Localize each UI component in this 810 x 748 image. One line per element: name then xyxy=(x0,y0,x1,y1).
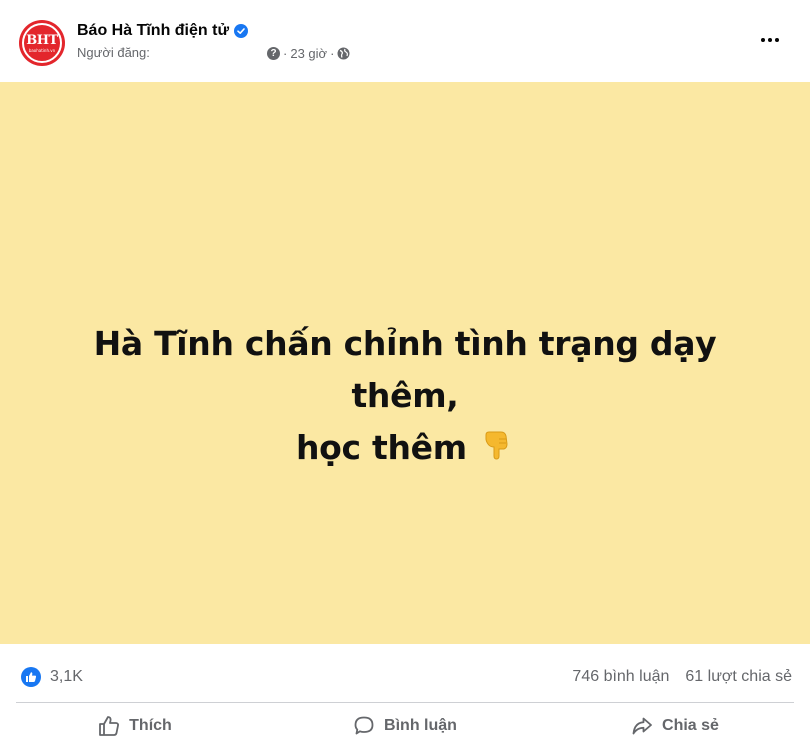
thumbs-up-icon xyxy=(98,715,120,737)
avatar-logo: BHT baohatinh.vn xyxy=(22,23,62,63)
share-button[interactable]: Chia sẻ xyxy=(540,704,810,748)
post-actions: Thích Bình luận Chia sẻ xyxy=(0,704,810,748)
post-timestamp[interactable]: 23 giờ xyxy=(290,46,327,61)
page-name-link[interactable]: Báo Hà Tĩnh điện tử xyxy=(77,22,229,40)
post-text-line-1: Hà Tĩnh chấn chỉnh tình trạng dạy thêm, xyxy=(93,324,717,415)
comment-button[interactable]: Bình luận xyxy=(270,704,540,748)
poster-label: Người đăng: xyxy=(77,45,150,60)
post-meta: Người đăng: ? · 23 giờ · xyxy=(77,44,377,62)
post-meta-right: ? · 23 giờ · xyxy=(267,44,350,62)
post-text-line-2: học thêm xyxy=(295,428,467,467)
like-button[interactable]: Thích xyxy=(0,704,270,748)
comment-count[interactable]: 746 bình luận xyxy=(572,668,669,686)
reaction-count[interactable]: 3,1K xyxy=(50,668,83,686)
comment-label: Bình luận xyxy=(384,717,457,734)
reactions-bar: 3,1K 746 bình luận 61 lượt chia sẻ xyxy=(0,644,810,702)
page-name-row: Báo Hà Tĩnh điện tử xyxy=(77,20,249,42)
like-reaction-icon[interactable] xyxy=(21,667,41,687)
meta-separator: · xyxy=(330,45,335,61)
more-options-icon[interactable] xyxy=(752,24,788,56)
page-avatar[interactable]: BHT baohatinh.vn xyxy=(19,20,65,66)
comment-icon xyxy=(353,715,375,737)
engagement-stats: 746 bình luận 61 lượt chia sẻ xyxy=(572,668,792,686)
meta-separator: · xyxy=(283,45,288,61)
share-icon xyxy=(631,715,653,737)
avatar-logo-text: BHT xyxy=(26,32,58,48)
avatar-logo-subtext: baohatinh.vn xyxy=(28,47,56,53)
divider xyxy=(16,702,794,703)
share-label: Chia sẻ xyxy=(662,717,719,734)
globe-icon xyxy=(337,47,350,60)
facebook-post: BHT baohatinh.vn Báo Hà Tĩnh điện tử Ngư… xyxy=(0,0,810,748)
like-label: Thích xyxy=(129,717,172,734)
share-count[interactable]: 61 lượt chia sẻ xyxy=(685,668,792,686)
verified-badge-icon xyxy=(234,24,249,38)
post-header: BHT baohatinh.vn Báo Hà Tĩnh điện tử Ngư… xyxy=(0,0,810,82)
post-content: Hà Tĩnh chấn chỉnh tình trạng dạy thêm, … xyxy=(0,82,810,644)
post-text-line-2-wrap: học thêm xyxy=(40,422,770,476)
post-text: Hà Tĩnh chấn chỉnh tình trạng dạy thêm, … xyxy=(40,318,770,476)
question-icon[interactable]: ? xyxy=(267,46,280,60)
backhand-index-pointing-down-icon xyxy=(480,424,514,476)
